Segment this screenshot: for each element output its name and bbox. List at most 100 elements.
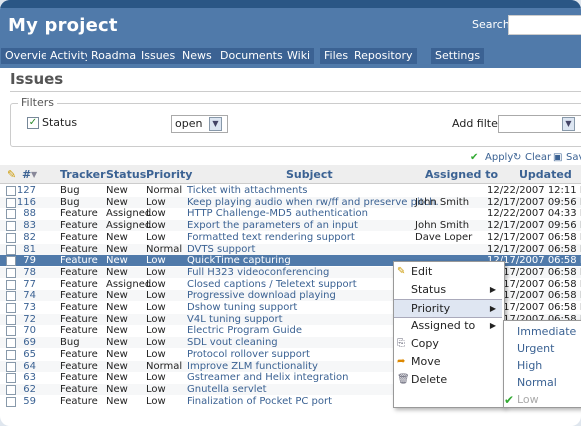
column-tracker[interactable]: Tracker — [60, 168, 106, 181]
chevron-right-icon: ▶ — [489, 304, 496, 313]
issue-updated: 12/17/2007 09:56 PM — [487, 220, 581, 232]
priority-option-urgent[interactable]: Urgent — [517, 342, 554, 355]
issue-status: New — [106, 302, 128, 313]
apply-link[interactable]: Apply — [485, 152, 513, 163]
issue-id[interactable]: 79 — [10, 255, 36, 266]
issue-tracker: Bug — [60, 196, 80, 208]
save-icon: ▣ — [553, 152, 563, 163]
clear-icon: ↻ — [513, 152, 522, 163]
issue-id[interactable]: 116 — [10, 197, 36, 208]
issue-subject[interactable]: Finalization of Pocket PC port — [187, 396, 332, 407]
clear-link[interactable]: Clear — [525, 152, 551, 163]
status-operator-select[interactable]: open ▼ — [171, 115, 228, 133]
column-status[interactable]: Status — [106, 168, 146, 181]
context-menu-copy[interactable]: ⎘ Copy — [394, 335, 502, 352]
issue-subject[interactable]: Dshow tuning support — [187, 302, 297, 313]
column-id[interactable]: # — [22, 168, 31, 181]
issue-updated: 12/22/2007 04:33 PM — [487, 208, 581, 220]
issue-id[interactable]: 63 — [10, 372, 36, 383]
issue-subject[interactable]: Progressive download playing — [187, 290, 336, 301]
table-row[interactable]: 116 Bug New Low Keep playing audio when rw/f… — [0, 196, 581, 208]
issue-subject[interactable]: Keep playing audio when rw/ff and preser… — [187, 197, 439, 208]
table-row[interactable]: 82 Feature New Low Formatted text rendering … — [0, 232, 581, 243]
status-filter-checkbox[interactable]: ✓ — [27, 117, 39, 129]
issue-subject[interactable]: Export the parameters of an input — [187, 220, 358, 231]
issue-subject[interactable]: V4L tuning support — [187, 314, 283, 325]
issue-subject[interactable]: Gstreamer and Helix integration — [187, 372, 348, 383]
issue-subject[interactable]: Electric Program Guide — [187, 325, 302, 336]
issue-id[interactable]: 64 — [10, 361, 36, 372]
issue-priority: Low — [146, 395, 166, 407]
priority-option-low[interactable]: Low — [517, 393, 539, 406]
tab-documents[interactable]: Documents — [216, 48, 287, 64]
issue-id[interactable]: 70 — [10, 325, 36, 336]
tab-repository[interactable]: Repository — [350, 48, 417, 64]
issue-priority: Low — [146, 302, 166, 313]
column-updated[interactable]: Updated — [519, 168, 572, 181]
issue-id[interactable]: 65 — [10, 349, 36, 360]
tab-news[interactable]: News — [178, 48, 216, 64]
tab-settings[interactable]: Settings — [431, 48, 485, 64]
issue-priority: Low — [146, 266, 166, 278]
issue-tracker: Feature — [60, 360, 98, 372]
save-link[interactable]: Sav — [566, 152, 581, 163]
issue-id[interactable]: 72 — [10, 314, 36, 325]
pencil-icon[interactable]: ✎ — [7, 168, 16, 181]
context-menu-move[interactable]: ➦ Move — [394, 353, 502, 370]
issue-tracker: Bug — [60, 337, 80, 349]
issue-subject[interactable]: Improve ZLM functionality — [187, 361, 318, 372]
issue-subject[interactable]: DVTS support — [187, 244, 255, 255]
issue-subject[interactable]: Protocol rollover support — [187, 349, 310, 360]
issue-id[interactable]: 73 — [10, 302, 36, 313]
table-row[interactable]: 83 Feature Assigned Low Export the parameter… — [0, 220, 581, 232]
context-menu-label: Assigned to — [411, 319, 476, 332]
project-title[interactable]: My project — [8, 15, 118, 36]
tab-files[interactable]: Files — [320, 48, 353, 64]
filters-legend: Filters — [18, 96, 57, 109]
column-assigned[interactable]: Assigned to — [425, 168, 498, 181]
issue-subject[interactable]: HTTP Challenge-MD5 authentication — [187, 208, 368, 219]
issue-id[interactable]: 81 — [10, 244, 36, 255]
issue-id[interactable]: 59 — [10, 396, 36, 407]
issue-id[interactable]: 74 — [10, 290, 36, 301]
context-menu-assigned-to[interactable]: Assigned to ▶ — [394, 317, 502, 334]
context-menu-status[interactable]: Status ▶ — [394, 281, 502, 298]
add-filter-select[interactable]: ▼ — [498, 115, 581, 133]
issue-id[interactable]: 77 — [10, 279, 36, 290]
column-priority[interactable]: Priority — [146, 168, 192, 181]
issue-status: New — [106, 266, 128, 278]
issue-priority: Low — [146, 325, 166, 337]
issue-id[interactable]: 127 — [10, 185, 36, 196]
issue-subject[interactable]: Gnutella servlet — [187, 384, 267, 395]
context-menu-priority[interactable]: Priority ▶ — [394, 299, 502, 318]
issue-subject[interactable]: Closed captions / Teletext support — [187, 279, 357, 290]
table-row[interactable]: 127 Bug New Normal Ticket with attachments 12… — [0, 185, 581, 196]
priority-option-immediate[interactable]: Immediate — [517, 325, 576, 338]
issue-subject[interactable]: SDL vout cleaning — [187, 337, 278, 348]
issue-status: New — [106, 196, 128, 208]
context-menu-edit[interactable]: ✎ Edit — [394, 263, 502, 280]
issue-subject[interactable]: Ticket with attachments — [187, 185, 307, 196]
issue-id[interactable]: 62 — [10, 384, 36, 395]
table-row[interactable]: 81 Feature New Normal DVTS support 12/17/2007… — [0, 243, 581, 255]
table-row[interactable]: 88 Feature Assigned Low HTTP Challenge-MD5 a… — [0, 208, 581, 220]
issue-priority: Low — [146, 208, 166, 220]
issue-subject[interactable]: Full H323 videoconferencing — [187, 267, 329, 278]
issue-id[interactable]: 82 — [10, 232, 36, 243]
issue-id[interactable]: 88 — [10, 208, 36, 219]
priority-option-high[interactable]: High — [517, 359, 542, 372]
move-icon: ➦ — [397, 356, 406, 367]
issue-id[interactable]: 78 — [10, 267, 36, 278]
search-input[interactable] — [508, 15, 581, 35]
issue-priority: Low — [146, 231, 166, 243]
column-subject[interactable]: Subject — [286, 168, 333, 181]
issue-subject[interactable]: QuickTime capturing — [187, 255, 291, 266]
priority-option-normal[interactable]: Normal — [517, 376, 557, 389]
context-menu-delete[interactable]: 🗑 Delete — [394, 371, 502, 388]
tab-issues[interactable]: Issues — [137, 48, 180, 64]
issue-tracker: Feature — [60, 325, 98, 337]
issue-id[interactable]: 69 — [10, 337, 36, 348]
issue-id[interactable]: 83 — [10, 220, 36, 231]
tab-wiki[interactable]: Wiki — [283, 48, 315, 64]
issue-subject[interactable]: Formatted text rendering support — [187, 232, 355, 243]
